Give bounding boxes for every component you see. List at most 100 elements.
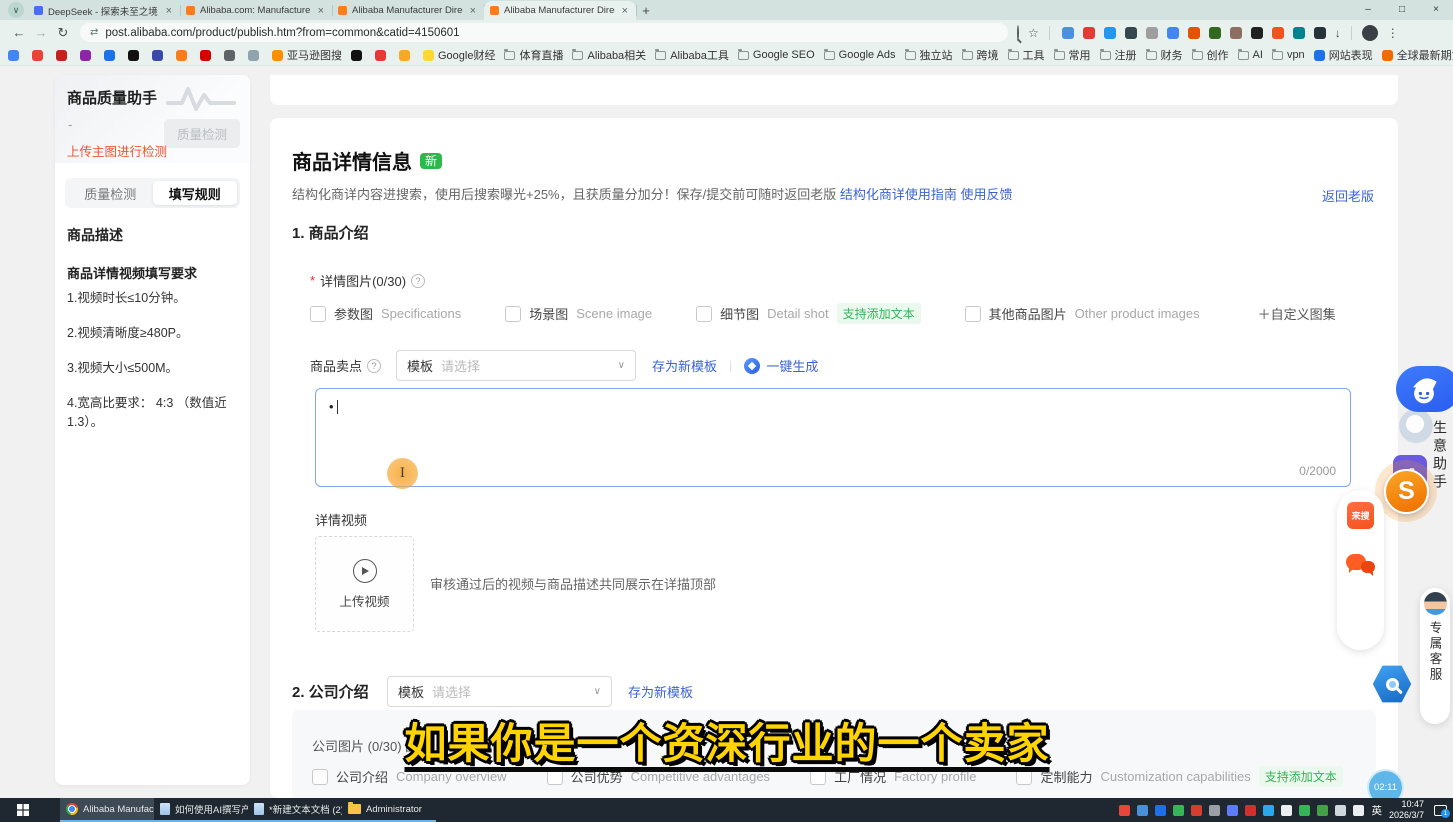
tab-close-icon[interactable]: × — [164, 5, 174, 17]
checkbox[interactable] — [965, 306, 981, 322]
bookmark-item[interactable]: 常用 — [1054, 47, 1091, 63]
zoom-icon[interactable] — [1017, 26, 1019, 40]
sidebar-tab[interactable]: 填写规则 — [153, 181, 238, 205]
reload-icon[interactable]: ↻ — [52, 25, 74, 41]
bookmark-item[interactable]: Google SEO — [738, 49, 815, 61]
tray-icon[interactable] — [1191, 805, 1202, 816]
tray-icon[interactable] — [1263, 805, 1274, 816]
bookmark-item[interactable]: Alibaba工具 — [655, 47, 729, 63]
feedback-link[interactable]: 使用反馈 — [961, 187, 1013, 202]
wechat-icon[interactable] — [1337, 541, 1384, 588]
bookmark-item[interactable] — [200, 50, 215, 61]
profile-avatar[interactable] — [1362, 25, 1378, 41]
extension-icon[interactable] — [1230, 27, 1242, 39]
skype-icon[interactable]: S — [1384, 469, 1429, 514]
taskbar-app-button[interactable]: Alibaba Manufact... — [60, 798, 154, 822]
bookmark-item[interactable] — [104, 50, 119, 61]
extension-icon[interactable] — [1209, 27, 1221, 39]
one-click-generate-button[interactable]: 一键生成 — [744, 356, 818, 375]
company-template-select[interactable]: 模板 请选择 ∨ — [387, 676, 612, 707]
tab-search-icon[interactable]: ∨ — [8, 2, 24, 18]
browser-tab[interactable]: Alibaba Manufacturer Direct... × — [484, 1, 636, 20]
bookmark-item[interactable]: 网站表现 — [1314, 47, 1373, 63]
tray-icon[interactable] — [1317, 805, 1328, 816]
bookmark-item[interactable]: 跨境 — [962, 47, 999, 63]
extension-icon[interactable] — [1125, 27, 1137, 39]
extension-icon[interactable] — [1293, 27, 1305, 39]
bookmark-item[interactable]: 注册 — [1100, 47, 1137, 63]
business-assistant-label[interactable]: 生意助手 — [1430, 420, 1450, 492]
dedicated-service-widget[interactable]: 专属客服 — [1420, 588, 1450, 724]
browser-tab[interactable]: Alibaba Manufacturer Direct... × — [332, 1, 484, 20]
save-as-template-link[interactable]: 存为新模板 — [628, 682, 693, 701]
bookmark-item[interactable] — [399, 50, 414, 61]
bookmark-item[interactable] — [176, 50, 191, 61]
bookmark-item[interactable] — [351, 50, 366, 61]
browser-menu-icon[interactable]: ⋮ — [1387, 26, 1399, 40]
tray-icon[interactable] — [1137, 805, 1148, 816]
extension-icon[interactable] — [1272, 27, 1284, 39]
moon-widget-icon[interactable] — [1399, 409, 1433, 443]
checkbox[interactable] — [310, 306, 326, 322]
ime-indicator[interactable]: 英 — [1371, 803, 1382, 818]
window-close-icon[interactable]: × — [1419, 0, 1453, 18]
tab-close-icon[interactable]: × — [316, 5, 326, 17]
save-as-template-link[interactable]: 存为新模板 — [652, 356, 717, 375]
bookmark-item[interactable]: 全球最新期货市场... — [1382, 47, 1453, 63]
sidebar-tab[interactable]: 质量检测 — [68, 181, 153, 205]
tray-icon[interactable] — [1119, 805, 1130, 816]
bookmark-item[interactable] — [128, 50, 143, 61]
extension-icon[interactable] — [1251, 27, 1263, 39]
taskbar-app-button[interactable]: Administrator — [342, 798, 436, 822]
bookmark-item[interactable]: 工具 — [1008, 47, 1045, 63]
bookmark-item[interactable] — [152, 50, 167, 61]
extension-icon[interactable] — [1104, 27, 1116, 39]
url-text[interactable]: post.alibaba.com/product/publish.htm?fro… — [105, 27, 459, 39]
site-info-icon[interactable]: ⇄ — [90, 27, 98, 38]
url-bar[interactable]: ⇄ post.alibaba.com/product/publish.htm?f… — [80, 23, 1008, 42]
checkbox[interactable] — [312, 769, 328, 785]
tray-icon[interactable] — [1299, 805, 1310, 816]
bookmark-item[interactable]: Google Ads — [824, 49, 896, 61]
back-to-old-version-link[interactable]: 返回老版 — [1322, 186, 1374, 205]
extension-icon[interactable] — [1146, 27, 1158, 39]
bookmark-item[interactable]: 体育直播 — [504, 47, 563, 63]
usage-guide-link[interactable]: 结构化商详使用指南 — [840, 187, 957, 202]
bookmark-item[interactable] — [80, 50, 95, 61]
window-maximize-icon[interactable]: □ — [1385, 0, 1419, 18]
back-icon[interactable]: ← — [8, 25, 30, 40]
extension-icon[interactable] — [1188, 27, 1200, 39]
forward-icon[interactable]: → — [30, 25, 52, 40]
bookmark-item[interactable] — [224, 50, 239, 61]
browser-tab[interactable]: Alibaba.com: Manufacturers... × — [180, 1, 332, 20]
bookmark-item[interactable] — [375, 50, 390, 61]
bookmark-item[interactable] — [248, 50, 263, 61]
tray-icon[interactable] — [1353, 805, 1364, 816]
selling-point-textarea[interactable]: • 0/2000 — [315, 388, 1351, 487]
upload-main-image-link[interactable]: 上传主图进行检测 — [67, 141, 167, 160]
bookmark-item[interactable]: 独立站 — [905, 47, 953, 63]
tray-icon[interactable] — [1281, 805, 1292, 816]
taskbar-app-button[interactable]: *新建文本文档 (2).t... — [248, 798, 342, 822]
extension-icon[interactable] — [1062, 27, 1074, 39]
add-custom-gallery-button[interactable]: ＋自定义图集 — [1258, 304, 1336, 323]
bookmark-item[interactable]: 亚马逊图搜 — [272, 47, 342, 63]
window-minimize-icon[interactable]: – — [1351, 0, 1385, 18]
notification-center-icon[interactable]: 1 — [1434, 805, 1447, 816]
bookmark-item[interactable]: AI — [1238, 49, 1263, 61]
start-button[interactable] — [0, 798, 46, 822]
bookmark-item[interactable]: 创作 — [1192, 47, 1229, 63]
extension-icon[interactable] — [1167, 27, 1179, 39]
tab-close-icon[interactable]: × — [620, 5, 630, 17]
tab-close-icon[interactable]: × — [468, 5, 478, 17]
checkbox[interactable] — [696, 306, 712, 322]
bookmark-item[interactable] — [56, 50, 71, 61]
extension-icon[interactable] — [1083, 27, 1095, 39]
tray-icon[interactable] — [1209, 805, 1220, 816]
browser-tab[interactable]: DeepSeek - 探索未至之境 × — [28, 1, 180, 20]
new-tab-button[interactable]: + — [636, 1, 656, 19]
bookmark-item[interactable]: Alibaba相关 — [572, 47, 646, 63]
upload-video-button[interactable]: 上传视频 — [315, 536, 414, 632]
tray-icon[interactable] — [1245, 805, 1256, 816]
tray-icon[interactable] — [1155, 805, 1166, 816]
